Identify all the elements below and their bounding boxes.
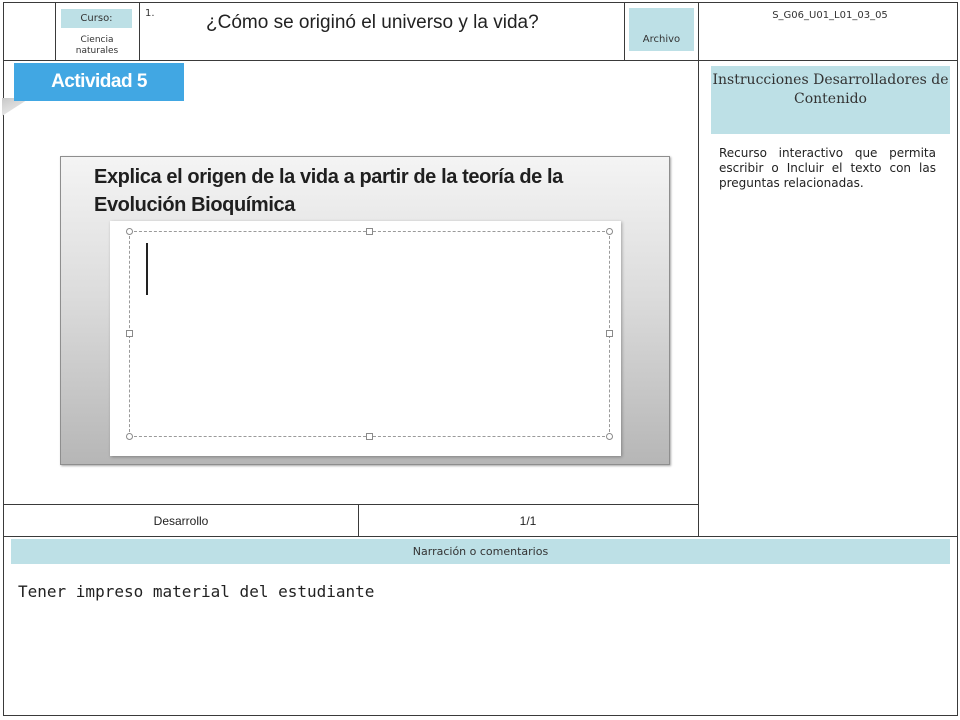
grid-line [139, 2, 140, 60]
page-title: ¿Cómo se originó el universo y la vida? [206, 12, 539, 33]
curso-label: Curso: [61, 9, 132, 28]
instructions-text: Recurso interactivo que permita escribir… [719, 146, 936, 190]
grid-line [3, 715, 958, 716]
narration-text: Tener impreso material del estudiante [18, 582, 375, 601]
grid-line [3, 60, 958, 61]
resize-handle-bottom-right[interactable] [606, 433, 613, 440]
resource-code: S_G06_U01_L01_03_05 [772, 10, 888, 21]
grid-line [3, 2, 958, 3]
resize-handle-top-left[interactable] [126, 228, 133, 235]
resize-handle-top[interactable] [366, 228, 373, 235]
grid-line [624, 2, 625, 60]
curso-value: Ciencia naturales [75, 35, 119, 56]
activity-prompt: Explica el origen de la vida a partir de… [94, 166, 563, 216]
grid-line [55, 2, 56, 60]
resize-handle-left[interactable] [126, 330, 133, 337]
grid-line [3, 536, 958, 537]
resize-handle-bottom[interactable] [366, 433, 373, 440]
section-label: Desarrollo [153, 513, 209, 528]
resize-handle-bottom-left[interactable] [126, 433, 133, 440]
lesson-number: 1. [145, 8, 155, 19]
narration-label: Narración o comentarios [11, 539, 950, 564]
resize-handle-right[interactable] [606, 330, 613, 337]
activity-tab: Actividad 5 [14, 63, 184, 101]
text-caret [146, 243, 148, 295]
instructions-heading: Instrucciones Desarrolladores de Conteni… [711, 66, 950, 134]
grid-line [957, 2, 958, 716]
resize-handle-top-right[interactable] [606, 228, 613, 235]
archivo-label: Archivo [629, 8, 694, 51]
page-indicator: 1/1 [519, 513, 537, 528]
grid-line [698, 2, 699, 536]
selection-frame [129, 231, 610, 437]
